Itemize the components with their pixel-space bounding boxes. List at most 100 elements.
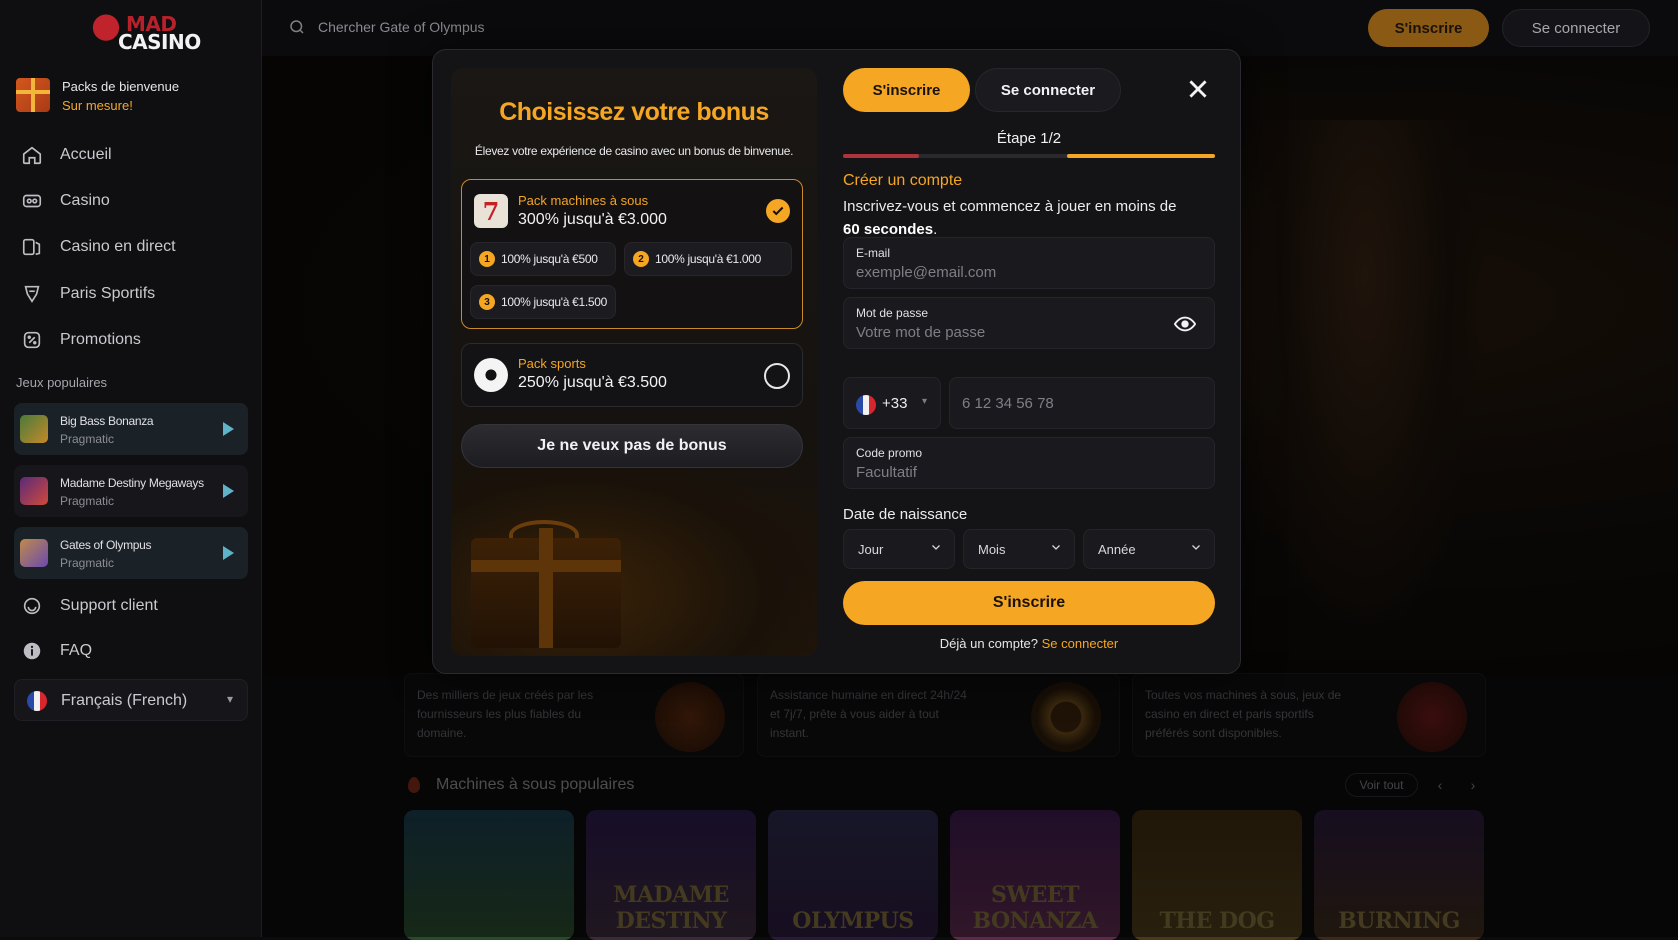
pack-label: Pack machines à sous bbox=[518, 193, 649, 208]
popular-game-item[interactable]: Madame Destiny Megaways Pragmatic bbox=[14, 465, 248, 517]
pack-value: 300% jusqu'à €3.000 bbox=[518, 211, 667, 228]
sidebar-item-promotions[interactable]: Promotions bbox=[14, 321, 246, 359]
register-submit-button[interactable]: S'inscrire bbox=[843, 581, 1215, 625]
month-value: Mois bbox=[978, 542, 1006, 557]
tier-number: 2 bbox=[633, 251, 649, 267]
country-code-value: +33 bbox=[882, 395, 908, 412]
sidebar-item-label: Promotions bbox=[60, 331, 141, 348]
password-placeholder: Votre mot de passe bbox=[856, 324, 986, 341]
slots-pack-option[interactable]: 7 Pack machines à sous 300% jusqu'à €3.0… bbox=[461, 179, 803, 329]
casino-icon bbox=[20, 189, 44, 213]
sidebar-item-sports[interactable]: Paris Sportifs bbox=[14, 275, 246, 313]
welcome-subtitle: Sur mesure! bbox=[62, 98, 133, 113]
game-thumbnail bbox=[20, 415, 48, 443]
play-icon[interactable] bbox=[223, 422, 234, 436]
already-label: Déjà un compte? bbox=[939, 636, 1039, 651]
eye-icon[interactable] bbox=[1173, 315, 1197, 333]
checkmark-icon bbox=[766, 199, 790, 223]
game-name: Big Bass Bonanza bbox=[60, 414, 154, 428]
bonus-subtitle: Élevez votre expérience de casino avec u… bbox=[474, 144, 794, 158]
welcome-title: Packs de bienvenue bbox=[62, 79, 180, 94]
game-provider: Pragmatic bbox=[60, 432, 115, 446]
intro-text: Inscrivez-vous et commencez à jouer en m… bbox=[843, 198, 1177, 215]
sidebar: MAD CASINO Packs de bienvenue Sur mesure… bbox=[0, 0, 262, 937]
header-login-button[interactable]: Se connecter bbox=[1502, 9, 1650, 47]
gift-icon bbox=[16, 78, 50, 112]
create-account-intro: Inscrivez-vous et commencez à jouer en m… bbox=[843, 195, 1215, 241]
game-provider: Pragmatic bbox=[60, 556, 115, 570]
tab-register[interactable]: S'inscrire bbox=[843, 68, 970, 112]
home-icon bbox=[20, 143, 44, 167]
radio-button[interactable] bbox=[764, 363, 790, 389]
dob-label: Date de naissance bbox=[843, 506, 968, 523]
france-flag-icon bbox=[856, 395, 876, 415]
chevron-down-icon: ▾ bbox=[922, 396, 928, 407]
sidebar-item-home[interactable]: Accueil bbox=[14, 136, 246, 174]
pack-value: 250% jusqu'à €3.500 bbox=[518, 374, 667, 391]
live-casino-icon bbox=[20, 235, 44, 259]
sidebar-item-label: Casino bbox=[60, 192, 110, 209]
casino-logo[interactable]: MAD CASINO bbox=[88, 6, 201, 58]
game-name: Madame Destiny Megaways bbox=[60, 476, 204, 490]
promo-label: Code promo bbox=[856, 446, 923, 460]
tier-text: 100% jusqu'à €1.000 bbox=[655, 252, 762, 266]
promo-code-field[interactable]: Code promo Facultatif bbox=[843, 437, 1215, 489]
tier-text: 100% jusqu'à €1.500 bbox=[501, 295, 608, 309]
header-register-button[interactable]: S'inscrire bbox=[1368, 9, 1489, 47]
sidebar-item-live-casino[interactable]: Casino en direct bbox=[14, 228, 246, 266]
close-icon[interactable] bbox=[1185, 76, 1211, 102]
tier-number: 3 bbox=[479, 294, 495, 310]
register-modal: Choisissez votre bonus Élevez votre expé… bbox=[432, 49, 1241, 674]
year-select[interactable]: Année bbox=[1083, 529, 1215, 569]
step-indicator: Étape 1/2 bbox=[996, 130, 1062, 147]
month-select[interactable]: Mois bbox=[963, 529, 1075, 569]
promotions-icon bbox=[20, 328, 44, 352]
sports-icon bbox=[20, 282, 44, 306]
popular-game-item[interactable]: Gates of Olympus Pragmatic bbox=[14, 527, 248, 579]
create-account-title: Créer un compte bbox=[843, 172, 963, 189]
day-value: Jour bbox=[858, 542, 884, 557]
search-icon bbox=[290, 20, 304, 34]
info-icon bbox=[20, 639, 44, 663]
phone-field[interactable]: 6 12 34 56 78 bbox=[949, 377, 1215, 429]
support-icon bbox=[20, 594, 44, 618]
day-select[interactable]: Jour bbox=[843, 529, 955, 569]
year-value: Année bbox=[1098, 542, 1136, 557]
search-placeholder: Chercher Gate of Olympus bbox=[318, 19, 485, 35]
bonus-panel: Choisissez votre bonus Élevez votre expé… bbox=[451, 68, 817, 656]
chevron-down-icon bbox=[932, 545, 940, 550]
sidebar-item-casino[interactable]: Casino bbox=[14, 182, 246, 220]
no-bonus-button[interactable]: Je ne veux pas de bonus bbox=[461, 424, 803, 468]
welcome-packs-link[interactable]: Packs de bienvenue Sur mesure! bbox=[14, 76, 246, 120]
bonus-title: Choisissez votre bonus bbox=[499, 98, 769, 126]
sidebar-item-faq[interactable]: FAQ bbox=[14, 632, 246, 670]
tab-login[interactable]: Se connecter bbox=[975, 68, 1121, 112]
intro-bold: 60 secondes bbox=[843, 221, 934, 238]
intro-period: . bbox=[933, 221, 938, 238]
sidebar-item-label: FAQ bbox=[60, 642, 93, 659]
tier-number: 1 bbox=[479, 251, 495, 267]
language-selector[interactable]: Français (French) ▾ bbox=[14, 679, 248, 721]
play-icon[interactable] bbox=[223, 484, 234, 498]
password-field[interactable]: Mot de passe Votre mot de passe bbox=[843, 297, 1215, 349]
popular-game-item[interactable]: Big Bass Bonanza Pragmatic bbox=[14, 403, 248, 455]
seven-slot-icon: 7 bbox=[474, 194, 508, 228]
email-field[interactable]: E-mail exemple@email.com bbox=[843, 237, 1215, 289]
sports-pack-option[interactable]: Pack sports 250% jusqu'à €3.500 bbox=[461, 343, 803, 407]
pack-label: Pack sports bbox=[518, 356, 586, 371]
login-link[interactable]: Se connecter bbox=[1042, 636, 1119, 651]
bonus-tier-1: 1 100% jusqu'à €500 bbox=[470, 242, 616, 276]
play-icon[interactable] bbox=[223, 546, 234, 560]
progress-fill bbox=[1067, 154, 1215, 158]
game-name: Gates of Olympus bbox=[60, 538, 152, 552]
popular-games-title: Jeux populaires bbox=[16, 375, 108, 390]
game-thumbnail bbox=[20, 477, 48, 505]
soccer-ball-icon bbox=[474, 358, 508, 392]
sidebar-item-label: Paris Sportifs bbox=[60, 285, 156, 302]
country-code-select[interactable]: +33 ▾ bbox=[843, 377, 941, 429]
sidebar-item-support[interactable]: Support client bbox=[14, 587, 246, 625]
password-label: Mot de passe bbox=[856, 306, 929, 320]
email-label: E-mail bbox=[856, 246, 891, 260]
chevron-down-icon bbox=[1052, 545, 1060, 550]
search-input[interactable]: Chercher Gate of Olympus bbox=[288, 9, 588, 45]
